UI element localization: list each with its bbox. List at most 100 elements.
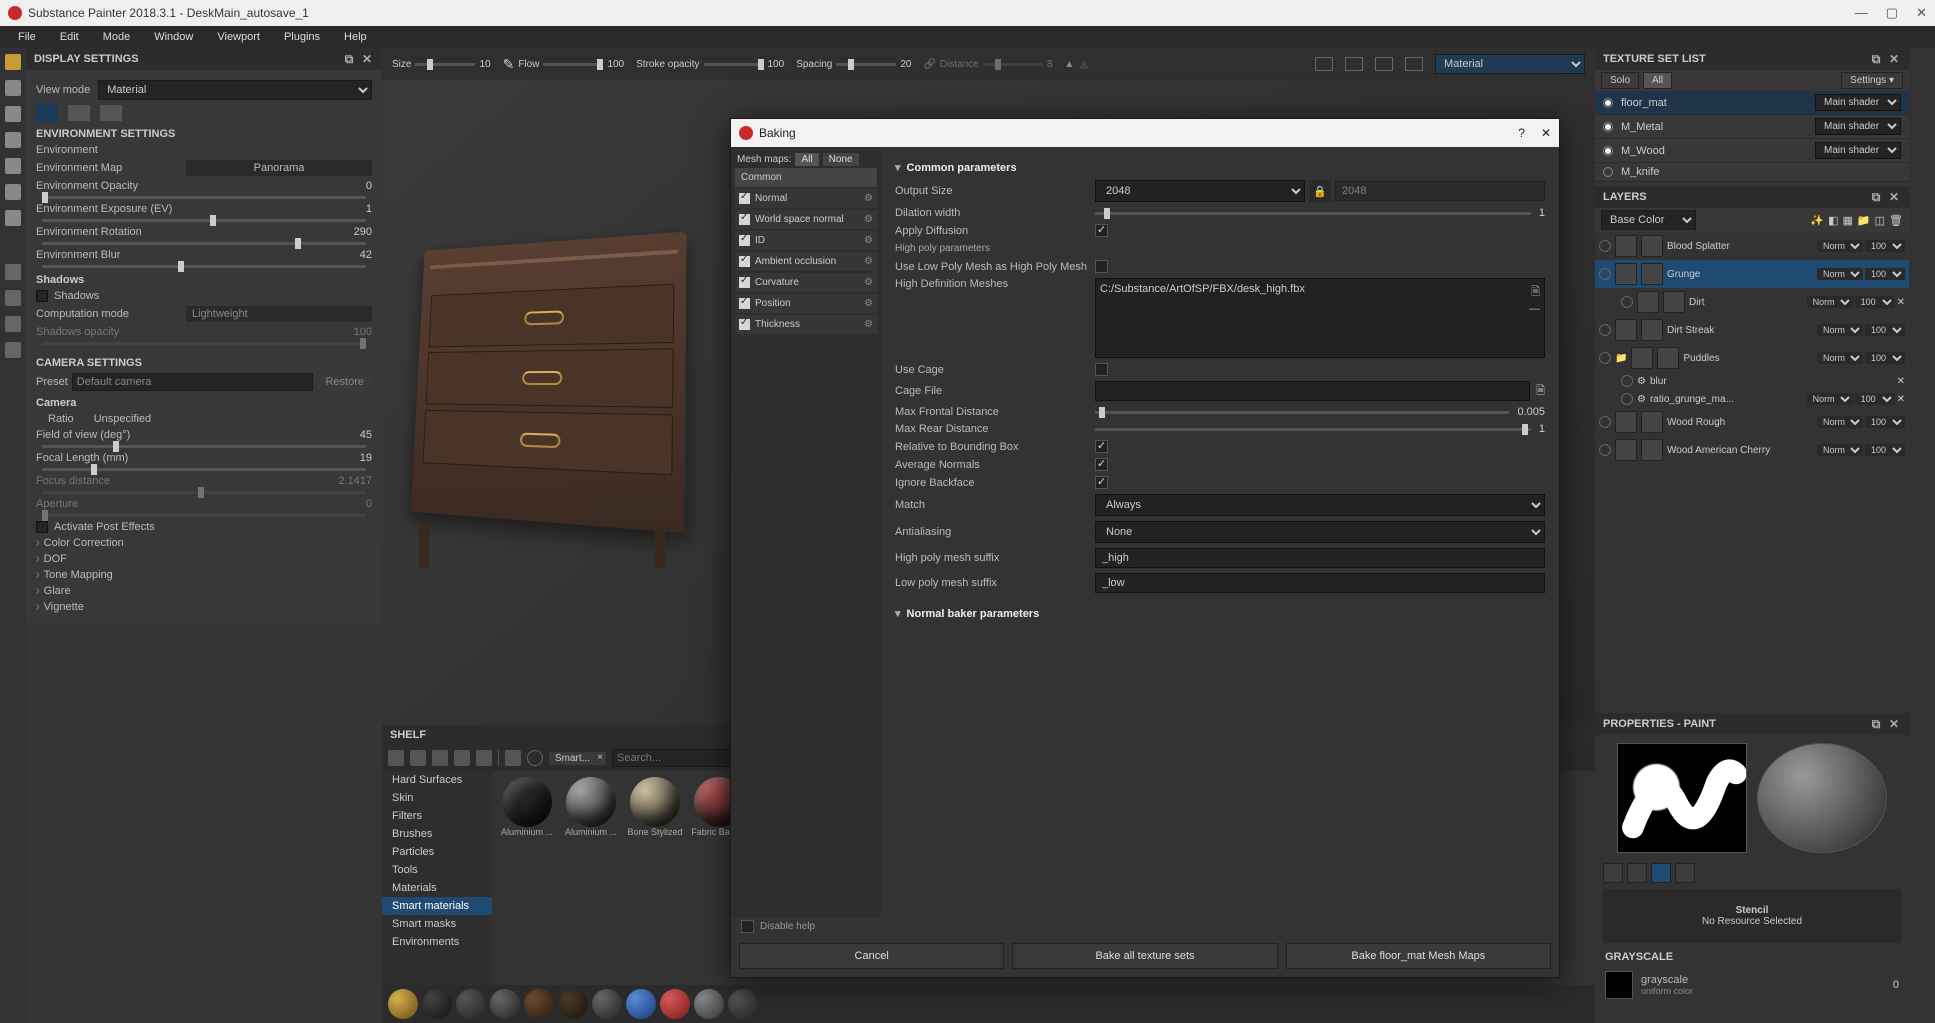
shelf-import-icon[interactable] <box>432 750 448 766</box>
filter-chip[interactable]: Smart...× <box>549 752 606 765</box>
cage-file-input[interactable] <box>1095 381 1530 401</box>
texture-set-row[interactable]: M_knife <box>1595 163 1909 182</box>
aa-select[interactable]: None <box>1095 521 1545 543</box>
channel-select[interactable]: Base Color <box>1601 210 1696 230</box>
flow-slider[interactable] <box>543 63 603 66</box>
env-exposure-slider[interactable] <box>42 219 366 222</box>
filter-icon[interactable] <box>505 750 521 766</box>
ignore-backface-checkbox[interactable] <box>1095 476 1108 489</box>
layer-row[interactable]: DirtNorm100✕ <box>1595 288 1909 316</box>
mesh-map-item[interactable]: Position⚙ <box>735 294 877 313</box>
symmetry-icon[interactable] <box>5 290 21 306</box>
split-mode-icon[interactable] <box>100 105 122 121</box>
tree-vignette[interactable]: ›Vignette <box>36 601 372 613</box>
shelf-cat-smart-masks[interactable]: Smart masks <box>382 915 492 933</box>
blend-mode-select[interactable]: Norm <box>1807 393 1853 405</box>
maps-all-button[interactable]: All <box>795 153 818 166</box>
layer-row[interactable]: Dirt StreakNorm100 <box>1595 316 1909 344</box>
smudge-tool-icon[interactable] <box>5 158 21 174</box>
mat-ball[interactable] <box>660 989 690 1019</box>
map-checkbox[interactable] <box>739 256 750 267</box>
cancel-button[interactable]: Cancel <box>739 943 1004 969</box>
delete-icon[interactable]: 🗑 <box>1889 214 1903 227</box>
clear-icon[interactable]: — <box>1529 303 1540 315</box>
mesh-map-item[interactable]: ID⚙ <box>735 231 877 250</box>
map-checkbox[interactable] <box>739 193 750 204</box>
gear-icon[interactable]: ⚙ <box>864 235 873 246</box>
env-map-value[interactable]: Panorama <box>186 160 372 176</box>
map-checkbox[interactable] <box>739 214 750 225</box>
computation-value[interactable]: Lightweight <box>186 306 372 322</box>
material-preview[interactable] <box>1757 743 1887 853</box>
video-icon[interactable] <box>1375 57 1393 71</box>
file-browse-icon[interactable]: 🗎 <box>1531 283 1540 302</box>
bake-selected-button[interactable]: Bake floor_mat Mesh Maps <box>1286 943 1551 969</box>
maximize-button[interactable]: ▢ <box>1886 5 1898 21</box>
menu-file[interactable]: File <box>8 29 46 45</box>
bake-all-button[interactable]: Bake all texture sets <box>1012 943 1277 969</box>
pin-icon[interactable]: ⧉ <box>1869 190 1883 204</box>
layer-visibility-icon[interactable] <box>1599 444 1611 456</box>
map-checkbox[interactable] <box>739 277 750 288</box>
tree-glare[interactable]: ›Glare <box>36 585 372 597</box>
env-blur-slider[interactable] <box>42 265 366 268</box>
pin-icon[interactable]: ⧉ <box>342 52 356 66</box>
map-checkbox[interactable] <box>739 319 750 330</box>
pin-icon[interactable]: ⧉ <box>1869 52 1883 66</box>
shadows-checkbox[interactable] <box>36 290 48 302</box>
blend-mode-select[interactable]: Norm <box>1817 268 1863 280</box>
mat-ball[interactable] <box>728 989 758 1019</box>
mesh-map-item[interactable]: Normal⚙ <box>735 189 877 208</box>
shelf-view-icon[interactable] <box>454 750 470 766</box>
shelf-cat-skin[interactable]: Skin <box>382 789 492 807</box>
layer-visibility-icon[interactable] <box>1599 268 1611 280</box>
layer-visibility-icon[interactable] <box>1599 240 1611 252</box>
maps-common[interactable]: Common <box>735 168 877 187</box>
rel-bbox-checkbox[interactable] <box>1095 440 1108 453</box>
mesh-map-item[interactable]: World space normal⚙ <box>735 210 877 229</box>
tree-tone-mapping[interactable]: ›Tone Mapping <box>36 569 372 581</box>
add-effect-icon[interactable]: ✨ <box>1810 214 1824 227</box>
gear-icon[interactable]: ⚙ <box>864 214 873 225</box>
fill-tool-icon[interactable] <box>5 132 21 148</box>
add-layer-icon[interactable]: ◫ <box>1875 214 1885 227</box>
spacing-slider[interactable] <box>836 63 896 66</box>
perspective-icon[interactable] <box>5 342 21 358</box>
tree-color-correction[interactable]: ›Color Correction <box>36 537 372 549</box>
opacity-select[interactable]: 100 <box>1865 416 1905 428</box>
mat-ball[interactable] <box>388 989 418 1019</box>
add-fill-icon[interactable]: ▦ <box>1843 214 1853 227</box>
shelf-material[interactable]: Aluminium ... <box>562 777 620 837</box>
eraser-tool-icon[interactable] <box>5 80 21 96</box>
match-select[interactable]: Always <box>1095 494 1545 516</box>
opacity-select[interactable]: 100 <box>1865 324 1905 336</box>
menu-help[interactable]: Help <box>334 29 377 45</box>
blend-mode-select[interactable]: Norm <box>1817 324 1863 336</box>
clone-tool-icon[interactable] <box>5 184 21 200</box>
use-cage-checkbox[interactable] <box>1095 363 1108 376</box>
common-params-header[interactable]: Common parameters <box>895 161 1545 174</box>
shelf-cat-tools[interactable]: Tools <box>382 861 492 879</box>
shelf-cat-particles[interactable]: Particles <box>382 843 492 861</box>
stroke-opacity-slider[interactable] <box>704 63 764 66</box>
normal-baker-header[interactable]: Normal baker parameters <box>895 607 1545 620</box>
apply-diffusion-checkbox[interactable] <box>1095 224 1108 237</box>
visibility-radio[interactable] <box>1603 122 1613 132</box>
shelf-cat-hard-surfaces[interactable]: Hard Surfaces <box>382 771 492 789</box>
quick-mask-icon[interactable] <box>5 264 21 280</box>
post-fx-checkbox[interactable] <box>36 521 48 533</box>
cage-browse-icon[interactable]: 🗎 <box>1536 382 1545 401</box>
tree-dof[interactable]: ›DOF <box>36 553 372 565</box>
dialog-close-icon[interactable]: ✕ <box>1541 126 1551 140</box>
mat-ball[interactable] <box>524 989 554 1019</box>
delete-layer-icon[interactable]: ✕ <box>1897 394 1905 405</box>
layer-visibility-icon[interactable] <box>1621 296 1633 308</box>
opacity-select[interactable]: 100 <box>1855 296 1895 308</box>
mesh-map-item[interactable]: Curvature⚙ <box>735 273 877 292</box>
blend-mode-select[interactable]: Norm <box>1817 444 1863 456</box>
menu-viewport[interactable]: Viewport <box>207 29 270 45</box>
fov-slider[interactable] <box>42 445 366 448</box>
preset-input[interactable] <box>72 373 314 391</box>
projection-tool-icon[interactable] <box>5 106 21 122</box>
dilation-slider[interactable] <box>1095 212 1531 215</box>
